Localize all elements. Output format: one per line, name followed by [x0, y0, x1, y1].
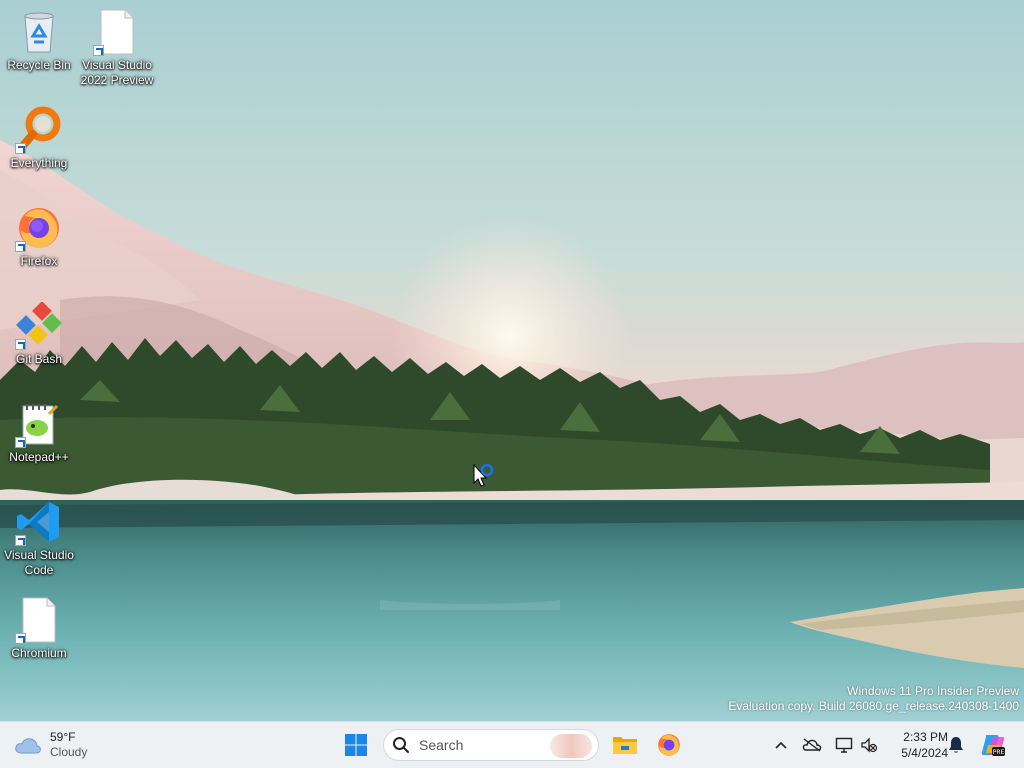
network-icon [835, 737, 853, 753]
shortcut-arrow-icon [15, 241, 26, 252]
taskbar: 59°F Cloudy Search 2:33 PM 5/4/2024 PRE [0, 721, 1024, 768]
desktop-icon-label: Recycle Bin [7, 58, 71, 72]
everything-search-icon [15, 106, 63, 154]
desktop-icon-visual-studio-code[interactable]: Visual Studio Code [0, 498, 78, 578]
desktop-icon-label: Chromium [11, 646, 67, 660]
search-highlight-image [550, 734, 592, 758]
clock-date: 5/4/2024 [901, 746, 948, 760]
desktop-icon-recycle-bin[interactable]: Recycle Bin [0, 8, 78, 73]
desktop-icon-git-bash[interactable]: Git Bash [0, 301, 78, 367]
firefox-icon [15, 204, 63, 252]
search-icon [393, 737, 409, 753]
search-placeholder: Search [419, 737, 464, 753]
onedrive-tray-button[interactable] [800, 730, 824, 760]
watermark-edition: Windows 11 Pro Insider Preview [847, 684, 1019, 698]
bell-icon [949, 737, 963, 753]
notepad-plus-plus-icon [15, 400, 63, 448]
desktop-icon-label: Visual Studio 2022 Preview [80, 58, 154, 87]
desktop-icon-chromium[interactable]: Chromium [0, 596, 78, 661]
taskbar-search-box[interactable]: Search [383, 729, 599, 761]
recycle-bin-icon [15, 8, 63, 56]
notifications-button[interactable] [946, 730, 966, 760]
weather-temperature: 59°F [50, 730, 76, 744]
busy-cursor-icon [473, 463, 494, 487]
wallpaper-image [0, 0, 1024, 721]
windows-watermark: Windows 11 Pro Insider Preview Evaluatio… [728, 684, 1019, 714]
taskbar-file-explorer-button[interactable] [606, 727, 644, 763]
desktop-icon-label: Everything [10, 156, 68, 170]
shortcut-arrow-icon [93, 45, 104, 56]
windows-logo-icon [345, 734, 367, 756]
chevron-up-icon [775, 741, 787, 749]
desktop-icon-label: Visual Studio Code [4, 548, 74, 577]
desktop-icon-visual-studio-2022-preview[interactable]: Visual Studio 2022 Preview [78, 8, 156, 88]
cloud-icon [15, 738, 41, 754]
desktop-icon-label: Git Bash [15, 352, 63, 366]
git-bash-icon [15, 301, 63, 350]
desktop-icon-label: Notepad++ [9, 450, 69, 464]
shortcut-arrow-icon [15, 339, 26, 350]
desktop[interactable]: Recycle Bin Visual Studio 2022 Preview E… [0, 0, 1024, 721]
weather-condition: Cloudy [50, 745, 88, 759]
svg-text:PRE: PRE [993, 749, 1005, 756]
clock-time: 2:33 PM [903, 730, 948, 744]
document-icon [93, 8, 141, 56]
taskbar-firefox-button[interactable] [650, 727, 688, 763]
desktop-icon-label: Firefox [20, 254, 58, 268]
onedrive-icon [802, 738, 822, 752]
show-hidden-icons-button[interactable] [770, 730, 792, 760]
taskbar-clock[interactable]: 2:33 PM 5/4/2024 [884, 729, 948, 761]
shortcut-arrow-icon [15, 437, 26, 448]
copilot-button[interactable]: PRE [978, 730, 1008, 760]
shortcut-arrow-icon [15, 143, 26, 154]
network-tray-button[interactable] [833, 730, 855, 760]
shortcut-arrow-icon [15, 633, 26, 644]
weather-widget[interactable]: 59°F Cloudy [14, 728, 87, 762]
folder-icon [613, 737, 637, 754]
volume-tray-button[interactable] [858, 730, 880, 760]
document-icon [15, 596, 63, 644]
desktop-icon-everything[interactable]: Everything [0, 106, 78, 171]
volume-muted-icon [861, 737, 878, 753]
firefox-icon [658, 734, 680, 756]
desktop-icon-firefox[interactable]: Firefox [0, 204, 78, 269]
shortcut-arrow-icon [15, 535, 26, 546]
start-button[interactable] [337, 727, 375, 763]
desktop-icon-notepad-plus-plus[interactable]: Notepad++ [0, 400, 78, 465]
vscode-icon [15, 498, 63, 546]
watermark-build: Evaluation copy. Build 26080.ge_release.… [728, 699, 1019, 713]
copilot-icon: PRE [981, 735, 1005, 756]
